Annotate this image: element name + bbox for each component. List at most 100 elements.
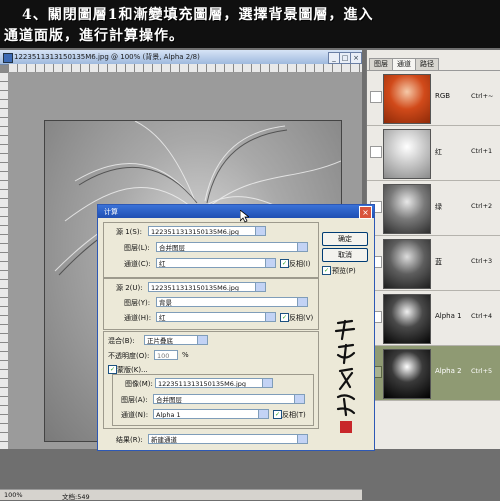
- source-2-channel-label: 通道(H):: [124, 314, 152, 322]
- visibility-toggle[interactable]: [370, 91, 382, 103]
- chevron-down-icon: [265, 313, 275, 321]
- mask-checkbox[interactable]: ✓: [108, 365, 117, 374]
- source-1-invert-label: 反相(I): [289, 260, 311, 268]
- channel-thumbnail: [383, 349, 431, 399]
- mask-channel-label: 通道(N):: [121, 411, 149, 419]
- mask-image-value: 1223511313150135M6.jpg: [158, 380, 247, 388]
- channel-thumbnail: [383, 129, 431, 179]
- tutorial-caption: 4、關閉圖層1和漸變填充圖層，選擇背景圖層，進入 通道面版，進行計算操作。: [0, 0, 500, 48]
- mask-layer-select[interactable]: 合并图层: [153, 394, 305, 404]
- source-2-layer-select[interactable]: 背景: [156, 297, 308, 307]
- channel-row-alpha-2[interactable]: Alpha 2 Ctrl+5: [367, 346, 500, 401]
- source-2-group: 源 2(U): 1223511313150135M6.jpg 图层(Y): 背景…: [103, 278, 319, 330]
- source-2-label: 源 2(U):: [116, 284, 143, 292]
- result-select[interactable]: 新建通道: [148, 434, 308, 444]
- chevron-down-icon: [297, 243, 307, 251]
- document-title: 1223511313150135M6.jpg @ 100% (背景, Alpha…: [14, 53, 200, 61]
- horizontal-ruler: [8, 64, 362, 73]
- channel-name: Alpha 2: [435, 367, 462, 375]
- source-1-layer-value: 合并图层: [159, 244, 185, 252]
- chevron-down-icon: [262, 379, 272, 387]
- caption-line-1: 4、關閉圖層1和漸變填充圖層，選擇背景圖層，進入: [22, 7, 374, 23]
- caption-line-2: 通道面版，進行計算操作。: [4, 28, 184, 44]
- source-1-channel-select[interactable]: 红: [156, 258, 276, 268]
- mask-image-label: 图像(M):: [125, 380, 153, 388]
- source-2-invert-checkbox[interactable]: ✓: [280, 313, 289, 322]
- channel-shortcut: Ctrl+~: [471, 92, 494, 100]
- calligraphy-seal: [334, 319, 356, 433]
- dialog-title-bar[interactable]: 计算 ×: [98, 205, 374, 219]
- channel-thumbnail: [383, 184, 431, 234]
- chevron-down-icon: [297, 435, 307, 443]
- channel-shortcut: Ctrl+2: [471, 202, 493, 210]
- status-bar: 100% 文档:549: [0, 489, 362, 501]
- source-2-invert-label: 反相(V): [289, 314, 314, 322]
- channel-thumbnail: [383, 294, 431, 344]
- blend-label: 混合(B):: [108, 337, 135, 345]
- dialog-title: 计算: [104, 208, 118, 216]
- tab-layers[interactable]: 图层: [369, 58, 393, 70]
- ok-button[interactable]: 确定: [322, 232, 368, 246]
- opacity-label: 不透明度(O):: [108, 352, 150, 360]
- chevron-down-icon: [297, 298, 307, 306]
- mask-invert-label: 反相(T): [282, 411, 306, 419]
- tab-channels[interactable]: 通道: [392, 58, 416, 70]
- channel-shortcut: Ctrl+3: [471, 257, 493, 265]
- result-label: 结果(R):: [116, 436, 143, 444]
- source-1-layer-select[interactable]: 合并图层: [156, 242, 308, 252]
- channel-shortcut: Ctrl+4: [471, 312, 493, 320]
- blend-mode-select[interactable]: 正片叠底: [144, 335, 208, 345]
- preview-checkbox[interactable]: ✓: [322, 266, 331, 275]
- panel-tabs: 图层 通道 路径: [367, 58, 500, 71]
- source-2-value: 1223511313150135M6.jpg: [151, 284, 240, 292]
- channels-panel: 图层 通道 路径 RGB Ctrl+~ 红 Ctrl+1 绿 Ctrl+2 蓝 …: [366, 50, 500, 449]
- source-1-label: 源 1(S):: [116, 228, 142, 236]
- close-icon[interactable]: ×: [350, 52, 362, 64]
- result-value: 新建通道: [151, 436, 177, 444]
- opacity-input[interactable]: 100: [154, 350, 178, 360]
- source-1-channel-value: 红: [159, 260, 166, 268]
- source-2-channel-value: 红: [159, 314, 166, 322]
- channel-row-rgb[interactable]: RGB Ctrl+~: [367, 71, 500, 126]
- calculations-dialog: 计算 × 源 1(S): 1223511313150135M6.jpg 图层(L…: [97, 204, 375, 451]
- zoom-readout: 100%: [4, 491, 23, 499]
- source-2-channel-select[interactable]: 红: [156, 312, 276, 322]
- mask-invert-checkbox[interactable]: ✓: [273, 410, 282, 419]
- source-1-layer-label: 图层(L):: [124, 244, 150, 252]
- document-title-bar[interactable]: 1223511313150135M6.jpg @ 100% (背景, Alpha…: [0, 50, 362, 65]
- cancel-button[interactable]: 取消: [322, 248, 368, 262]
- chevron-down-icon: [255, 283, 265, 291]
- source-1-value: 1223511313150135M6.jpg: [151, 228, 240, 236]
- mask-image-select[interactable]: 1223511313150135M6.jpg: [155, 378, 273, 388]
- channel-name: 蓝: [435, 258, 442, 266]
- source-1-invert-checkbox[interactable]: ✓: [280, 259, 289, 268]
- channel-name: 红: [435, 148, 442, 156]
- doc-size-label: 文档:549: [62, 493, 90, 501]
- source-1-channel-label: 通道(C):: [124, 260, 151, 268]
- blend-mode-value: 正片叠底: [147, 337, 173, 345]
- chevron-down-icon: [197, 336, 207, 344]
- visibility-toggle[interactable]: [370, 146, 382, 158]
- document-icon: [3, 53, 13, 63]
- source-1-group: 源 1(S): 1223511313150135M6.jpg 图层(L): 合并…: [103, 222, 319, 278]
- mask-layer-label: 图层(A):: [121, 396, 148, 404]
- source-1-select[interactable]: 1223511313150135M6.jpg: [148, 226, 266, 236]
- source-2-select[interactable]: 1223511313150135M6.jpg: [148, 282, 266, 292]
- mask-channel-select[interactable]: Alpha 1: [153, 409, 269, 419]
- mask-layer-value: 合并图层: [156, 396, 182, 404]
- channel-shortcut: Ctrl+5: [471, 367, 493, 375]
- blending-group: 混合(B): 正片叠底 不透明度(O): 100 % ✓ 蒙版(K)... 图像…: [103, 331, 319, 429]
- channel-shortcut: Ctrl+1: [471, 147, 493, 155]
- preview-label: 预览(P): [332, 267, 356, 275]
- channel-row-alpha-1[interactable]: Alpha 1 Ctrl+4: [367, 291, 500, 346]
- mask-group: 图像(M): 1223511313150135M6.jpg 图层(A): 合并图…: [112, 374, 314, 426]
- channel-thumbnail: [383, 74, 431, 124]
- tab-paths[interactable]: 路径: [415, 58, 439, 70]
- source-2-layer-label: 图层(Y):: [124, 299, 151, 307]
- channel-row-blue[interactable]: 蓝 Ctrl+3: [367, 236, 500, 291]
- mouse-cursor-icon: [240, 210, 249, 223]
- channel-name: 绿: [435, 203, 442, 211]
- channel-row-red[interactable]: 红 Ctrl+1: [367, 126, 500, 181]
- close-icon[interactable]: ×: [359, 206, 372, 219]
- channel-row-green[interactable]: 绿 Ctrl+2: [367, 181, 500, 236]
